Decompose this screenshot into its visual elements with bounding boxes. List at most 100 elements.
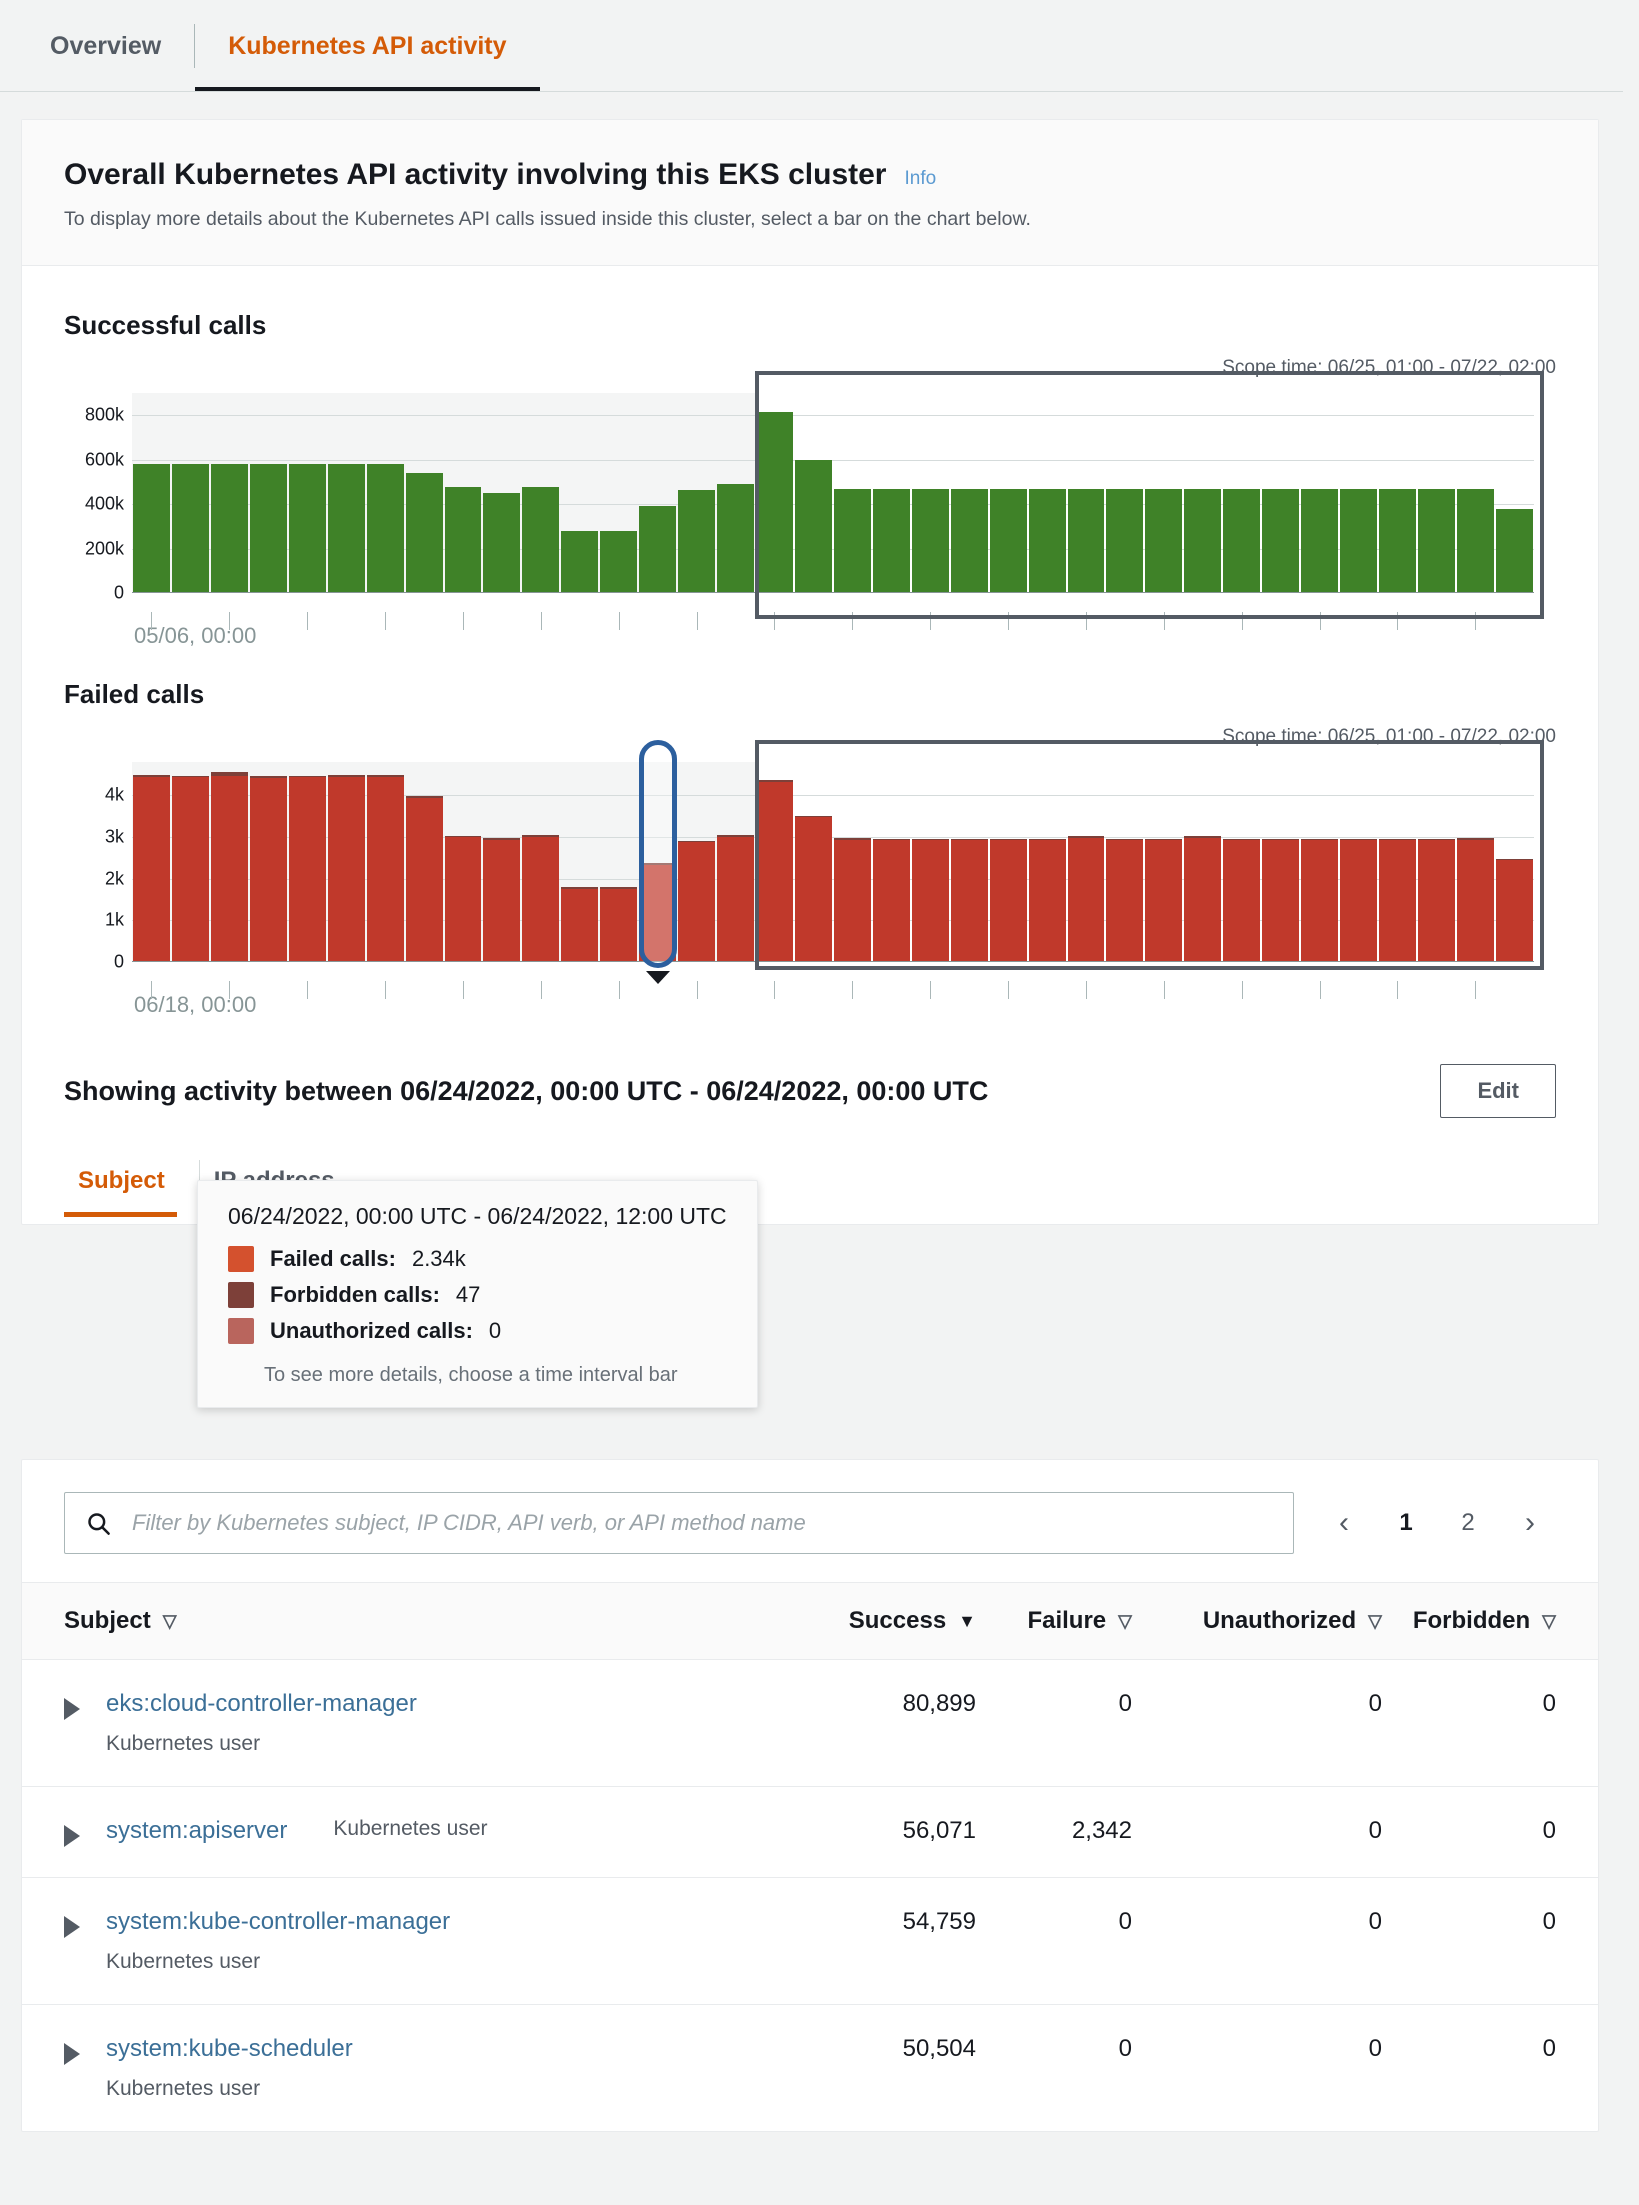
failed-calls-hover-handle[interactable] — [638, 740, 677, 968]
chart-bar[interactable] — [522, 486, 560, 593]
failed-calls-plot-area[interactable] — [132, 740, 1544, 999]
expand-caret-icon[interactable] — [64, 1825, 80, 1847]
tab-kubernetes-api-activity[interactable]: Kubernetes API activity — [195, 0, 540, 92]
chart-bar[interactable] — [1145, 838, 1183, 962]
chart-bar[interactable] — [1340, 838, 1377, 962]
chart-bar[interactable] — [522, 834, 560, 962]
chart-bar[interactable] — [756, 780, 793, 962]
chart-bar[interactable] — [639, 506, 677, 593]
chart-bar[interactable] — [911, 488, 949, 593]
chart-bar[interactable] — [1067, 488, 1105, 593]
chart-bar[interactable] — [1223, 488, 1261, 593]
expand-caret-icon[interactable] — [64, 2043, 80, 2065]
chart-bar[interactable] — [327, 775, 365, 962]
table-row[interactable]: system:apiserver Kubernetes user 56,071 2,3… — [22, 1786, 1598, 1878]
chart-bar[interactable] — [600, 531, 638, 593]
chart-bar[interactable] — [833, 488, 871, 593]
chart-bar[interactable] — [483, 838, 521, 962]
search-box[interactable] — [64, 1492, 1294, 1554]
chart-bar[interactable] — [1106, 838, 1144, 962]
column-header-subject[interactable]: Subject ▽ — [22, 1582, 848, 1660]
subtab-subject[interactable]: Subject — [64, 1167, 199, 1217]
chart-bar[interactable] — [1106, 488, 1144, 593]
chart-bar[interactable] — [872, 838, 910, 962]
chart-bar[interactable] — [1223, 838, 1261, 962]
successful-calls-plot-area[interactable] — [132, 371, 1544, 630]
subject-link[interactable]: system:kube-scheduler — [106, 2035, 353, 2063]
pagination-next[interactable]: › — [1504, 1497, 1556, 1549]
chart-bar[interactable] — [794, 459, 832, 593]
chart-bar[interactable] — [1301, 838, 1339, 962]
subject-link[interactable]: eks:cloud-controller-manager — [106, 1690, 417, 1718]
chart-bar[interactable] — [1184, 836, 1222, 962]
chart-bar[interactable] — [1301, 488, 1339, 593]
edit-button[interactable]: Edit — [1440, 1064, 1556, 1118]
chart-bar[interactable] — [872, 488, 910, 593]
chart-bar[interactable] — [911, 838, 949, 962]
chart-bar[interactable] — [1262, 838, 1300, 962]
chart-bar[interactable] — [483, 493, 521, 593]
pagination-prev[interactable]: ‹ — [1318, 1497, 1370, 1549]
chart-bar[interactable] — [1379, 488, 1416, 593]
chart-bar[interactable] — [171, 464, 209, 593]
tab-overview[interactable]: Overview — [50, 0, 194, 92]
successful-calls-chart[interactable]: 0 200k 400k 600k 800k 05/06, 00:00 — [64, 371, 1556, 649]
expand-caret-icon[interactable] — [64, 1698, 80, 1720]
chart-bar[interactable] — [989, 488, 1027, 593]
chart-bar[interactable] — [756, 411, 793, 593]
chart-bar[interactable] — [717, 484, 754, 593]
chart-bar[interactable] — [405, 473, 443, 593]
chart-bar[interactable] — [1067, 836, 1105, 962]
table-row[interactable]: system:kube-scheduler Kubernetes user 50,5… — [22, 2005, 1598, 2132]
chart-bar[interactable] — [444, 487, 482, 593]
chart-bar[interactable] — [1456, 838, 1494, 962]
chart-bar[interactable] — [210, 772, 248, 962]
chart-bar[interactable] — [288, 775, 326, 962]
chart-bar[interactable] — [366, 464, 404, 593]
chart-bar[interactable] — [1495, 508, 1533, 593]
chart-bar[interactable] — [1456, 488, 1494, 593]
chart-bar[interactable] — [1417, 488, 1455, 593]
chart-bar[interactable] — [133, 464, 170, 593]
chart-bar[interactable] — [171, 775, 209, 962]
pagination-page-1[interactable]: 1 — [1380, 1497, 1432, 1549]
chart-bar[interactable] — [405, 796, 443, 962]
chart-bar[interactable] — [1417, 838, 1455, 962]
table-row[interactable]: eks:cloud-controller-manager Kubernetes u… — [22, 1659, 1598, 1787]
failed-calls-chart[interactable]: 0 1k 2k 3k 4k 06/18, 00:00 — [64, 740, 1556, 1018]
chart-bar[interactable] — [444, 835, 482, 962]
search-input[interactable] — [130, 1509, 1273, 1537]
chart-bar[interactable] — [1028, 838, 1066, 962]
column-header-failure[interactable]: Failure ▽ — [1018, 1582, 1158, 1660]
chart-bar[interactable] — [950, 488, 988, 593]
chart-bar[interactable] — [1340, 488, 1377, 593]
chart-bar[interactable] — [833, 838, 871, 962]
chart-bar[interactable] — [1184, 488, 1222, 593]
column-header-forbidden[interactable]: Forbidden ▽ — [1408, 1582, 1598, 1660]
chart-bar[interactable] — [327, 464, 365, 593]
chart-bar[interactable] — [366, 775, 404, 962]
chart-bar[interactable] — [678, 840, 716, 962]
pagination-page-2[interactable]: 2 — [1442, 1497, 1494, 1549]
chart-bar[interactable] — [249, 775, 287, 962]
expand-caret-icon[interactable] — [64, 1916, 80, 1938]
chart-bar[interactable] — [717, 834, 754, 962]
table-row[interactable]: system:kube-controller-manager Kubernetes… — [22, 1877, 1598, 2005]
info-link[interactable]: Info — [904, 168, 936, 190]
chart-bar[interactable] — [600, 887, 638, 962]
chart-bar[interactable] — [1495, 858, 1533, 962]
chart-bar[interactable] — [678, 489, 716, 593]
chart-bar[interactable] — [561, 887, 599, 962]
column-header-unauthorized[interactable]: Unauthorized ▽ — [1158, 1582, 1408, 1660]
column-header-success[interactable]: Success ▼ — [848, 1582, 1018, 1660]
subject-link[interactable]: system:kube-controller-manager — [106, 1908, 450, 1936]
chart-bar[interactable] — [989, 838, 1027, 962]
chart-bar[interactable] — [1145, 488, 1183, 593]
chart-bar[interactable] — [1379, 838, 1416, 962]
chart-bar[interactable] — [950, 838, 988, 962]
chart-bar[interactable] — [249, 464, 287, 593]
chart-bar[interactable] — [794, 815, 832, 962]
chart-bar[interactable] — [133, 774, 170, 962]
chart-bar[interactable] — [561, 531, 599, 593]
chart-bar[interactable] — [288, 464, 326, 593]
